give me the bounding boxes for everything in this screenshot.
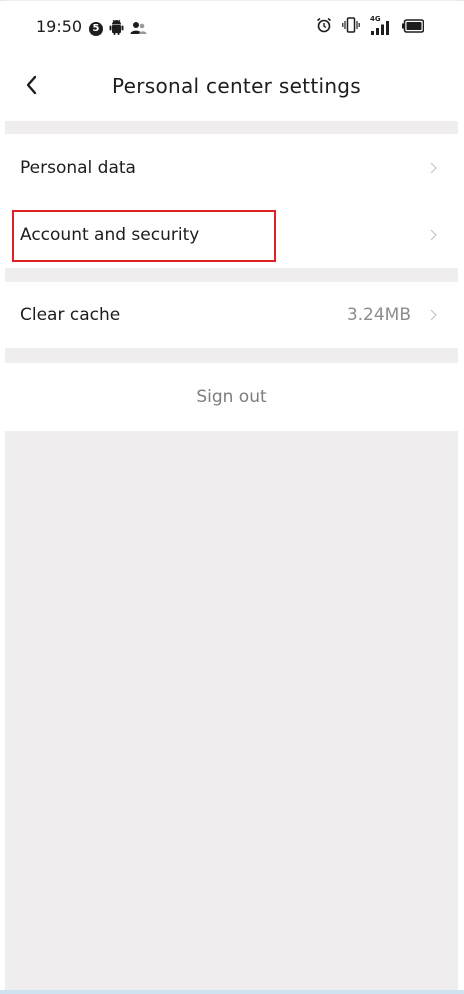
signal-4g-icon: 4G xyxy=(370,15,392,35)
chevron-right-icon xyxy=(430,309,437,321)
sign-out-button[interactable]: Sign out xyxy=(5,363,458,431)
bottom-bar xyxy=(0,990,464,994)
contacts-icon xyxy=(130,20,147,39)
status-bar: 19:50 5 4G xyxy=(5,1,458,53)
screen: 19:50 5 4G Personal center settings Pers… xyxy=(0,0,464,994)
personal-data-label: Personal data xyxy=(20,158,136,178)
chevron-right-icon xyxy=(430,229,437,241)
page-title: Personal center settings xyxy=(111,74,362,98)
sign-out-label: Sign out xyxy=(196,387,267,407)
status-left-icons: 5 xyxy=(89,19,147,39)
personal-data-row[interactable]: Personal data xyxy=(5,134,458,202)
header: Personal center settings xyxy=(5,53,458,121)
cache-size-value: 3.24MB xyxy=(346,305,411,325)
account-security-label: Account and security xyxy=(20,225,200,245)
clear-cache-label: Clear cache xyxy=(20,305,121,325)
chevron-right-icon xyxy=(430,162,437,174)
badge-5-icon: 5 xyxy=(89,22,103,36)
status-right-icons: 4G xyxy=(316,15,425,37)
account-security-row[interactable]: Account and security xyxy=(5,202,458,268)
android-icon xyxy=(109,19,124,39)
vibrate-icon xyxy=(342,17,360,37)
clear-cache-row[interactable]: Clear cache 3.24MB xyxy=(5,282,458,348)
alarm-icon xyxy=(316,17,332,37)
battery-icon xyxy=(402,18,425,37)
status-time: 19:50 xyxy=(36,17,83,36)
